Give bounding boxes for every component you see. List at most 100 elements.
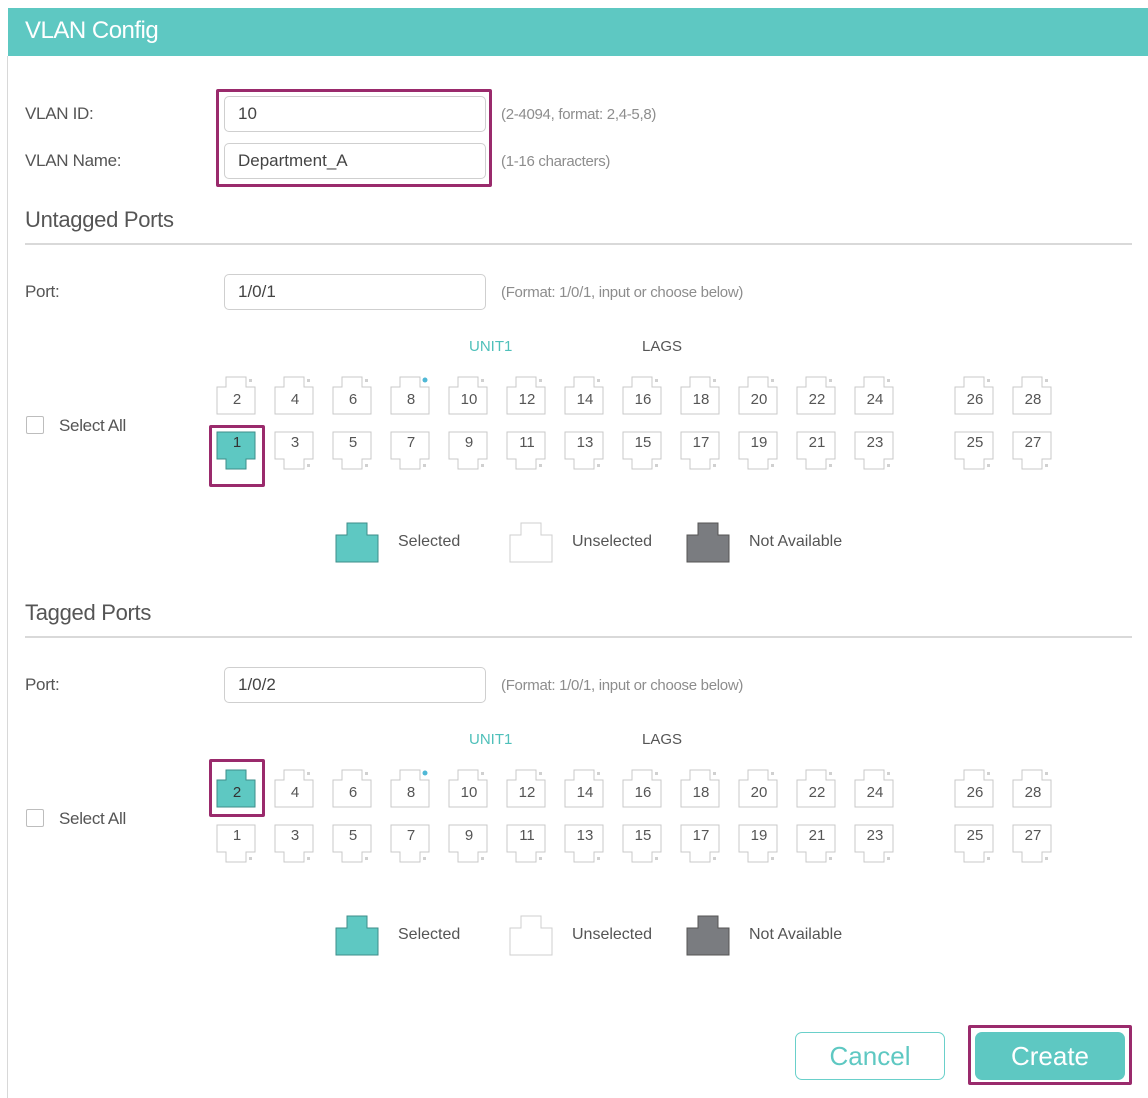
- port-number: 28: [1024, 784, 1042, 801]
- port-15[interactable]: 15: [622, 824, 664, 866]
- dialog-border: [7, 56, 8, 1098]
- port-23[interactable]: 23: [854, 824, 896, 866]
- tagged-port-input[interactable]: 1/0/2: [224, 667, 486, 703]
- port-28[interactable]: 28: [1012, 375, 1054, 417]
- port-2[interactable]: 2: [216, 375, 258, 417]
- port-22[interactable]: 22: [796, 375, 838, 417]
- port-14[interactable]: 14: [564, 375, 606, 417]
- port-18[interactable]: 18: [680, 375, 722, 417]
- legend-unselected-label: Unselected: [572, 533, 653, 550]
- port-number: 5: [348, 434, 358, 451]
- port-26[interactable]: 26: [954, 768, 996, 810]
- port-number: 23: [866, 434, 884, 451]
- port-24[interactable]: 24: [854, 768, 896, 810]
- port-16[interactable]: 16: [622, 768, 664, 810]
- port-19[interactable]: 19: [738, 824, 780, 866]
- vlan-name-label: VLAN Name:: [25, 151, 122, 170]
- port-number: 3: [290, 827, 300, 844]
- port-23[interactable]: 23: [854, 431, 896, 473]
- port-3[interactable]: 3: [274, 824, 316, 866]
- select-all-checkbox[interactable]: [26, 416, 44, 434]
- port-number: 26: [966, 784, 984, 801]
- cancel-button[interactable]: Cancel: [795, 1032, 945, 1080]
- port-number: 27: [1024, 434, 1042, 451]
- legend-unselected-icon: [509, 914, 553, 956]
- select-all-label: Select All: [59, 809, 126, 828]
- legend-selected-icon: [335, 521, 379, 563]
- port-13[interactable]: 13: [564, 824, 606, 866]
- port-21[interactable]: 21: [796, 431, 838, 473]
- port-number: 17: [692, 827, 710, 844]
- port-19[interactable]: 19: [738, 431, 780, 473]
- port-12[interactable]: 12: [506, 375, 548, 417]
- port-number: 25: [966, 434, 984, 451]
- port-16[interactable]: 16: [622, 375, 664, 417]
- port-5[interactable]: 5: [332, 431, 374, 473]
- port-number: 2: [232, 391, 242, 408]
- port-4[interactable]: 4: [274, 768, 316, 810]
- port-2[interactable]: 2: [216, 768, 258, 810]
- port-17[interactable]: 17: [680, 431, 722, 473]
- legend-selected-label: Selected: [398, 533, 461, 550]
- port-number: 16: [634, 391, 652, 408]
- port-9[interactable]: 9: [448, 824, 490, 866]
- port-7[interactable]: 7: [390, 824, 432, 866]
- port-7[interactable]: 7: [390, 431, 432, 473]
- port-label: Port:: [25, 282, 60, 301]
- port-number: 3: [290, 434, 300, 451]
- port-20[interactable]: 20: [738, 768, 780, 810]
- port-6[interactable]: 6: [332, 768, 374, 810]
- port-1[interactable]: 1: [216, 824, 258, 866]
- port-27[interactable]: 27: [1012, 824, 1054, 866]
- port-11[interactable]: 11: [506, 431, 548, 473]
- port-11[interactable]: 11: [506, 824, 548, 866]
- port-18[interactable]: 18: [680, 768, 722, 810]
- port-28[interactable]: 28: [1012, 768, 1054, 810]
- port-20[interactable]: 20: [738, 375, 780, 417]
- section-divider: [25, 243, 1132, 245]
- legend-not-available-label: Not Available: [749, 533, 843, 550]
- port-13[interactable]: 13: [564, 431, 606, 473]
- port-26[interactable]: 26: [954, 375, 996, 417]
- port-number: 28: [1024, 391, 1042, 408]
- port-21[interactable]: 21: [796, 824, 838, 866]
- port-number: 13: [576, 434, 594, 451]
- untagged-port-input[interactable]: 1/0/1: [224, 274, 486, 310]
- port-number: 9: [464, 827, 474, 844]
- port-6[interactable]: 6: [332, 375, 374, 417]
- port-number: 23: [866, 827, 884, 844]
- port-1[interactable]: 1: [216, 431, 258, 473]
- port-number: 11: [519, 827, 535, 844]
- legend-not-available-label: Not Available: [749, 926, 843, 943]
- port-label: Port:: [25, 675, 60, 694]
- port-number: 20: [750, 784, 768, 801]
- port-number: 4: [290, 784, 300, 801]
- port-24[interactable]: 24: [854, 375, 896, 417]
- port-3[interactable]: 3: [274, 431, 316, 473]
- legend-selected-icon: [335, 914, 379, 956]
- port-number: 5: [348, 827, 358, 844]
- port-12[interactable]: 12: [506, 768, 548, 810]
- port-25[interactable]: 25: [954, 431, 996, 473]
- port-27[interactable]: 27: [1012, 431, 1054, 473]
- port-8[interactable]: 8: [390, 768, 432, 810]
- port-15[interactable]: 15: [622, 431, 664, 473]
- port-22[interactable]: 22: [796, 768, 838, 810]
- port-number: 10: [460, 391, 478, 408]
- port-4[interactable]: 4: [274, 375, 316, 417]
- port-10[interactable]: 10: [448, 375, 490, 417]
- port-10[interactable]: 10: [448, 768, 490, 810]
- port-14[interactable]: 14: [564, 768, 606, 810]
- select-all-checkbox[interactable]: [26, 809, 44, 827]
- legend-unselected-label: Unselected: [572, 926, 653, 943]
- port-17[interactable]: 17: [680, 824, 722, 866]
- port-number: 12: [518, 391, 536, 408]
- port-8[interactable]: 8: [390, 375, 432, 417]
- port-25[interactable]: 25: [954, 824, 996, 866]
- port-number: 22: [808, 391, 826, 408]
- port-number: 1: [232, 827, 242, 844]
- port-5[interactable]: 5: [332, 824, 374, 866]
- unit-label: UNIT1: [469, 731, 513, 748]
- section-title: Untagged Ports: [25, 207, 174, 232]
- port-9[interactable]: 9: [448, 431, 490, 473]
